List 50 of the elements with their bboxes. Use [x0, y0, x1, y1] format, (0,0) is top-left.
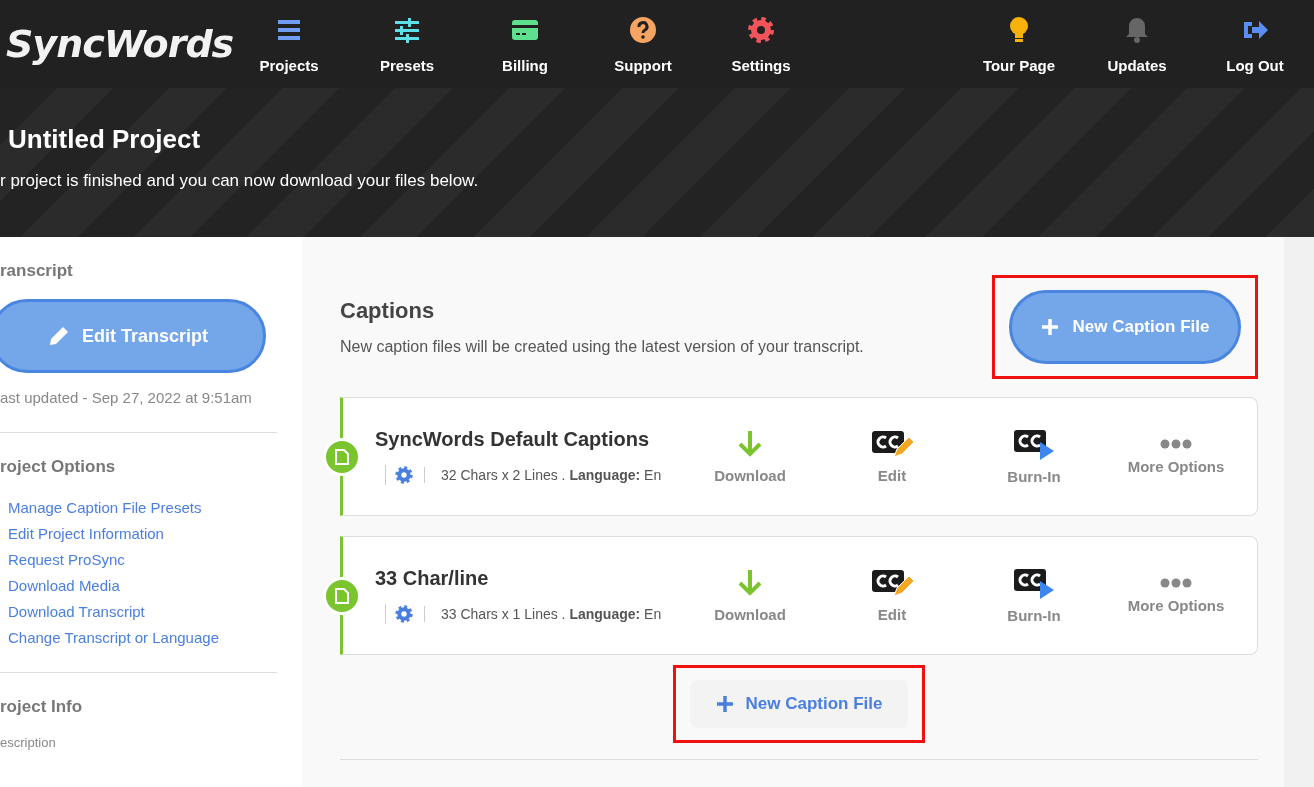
nav-item[interactable]: Support: [584, 14, 702, 74]
plus-icon: [715, 695, 734, 713]
nav-item[interactable]: Updates: [1078, 14, 1196, 74]
caption-file-name: 33 Char/line: [375, 567, 490, 590]
caption-file-name: SyncWords Default Captions: [375, 428, 651, 451]
caption-action[interactable]: Download: [679, 568, 821, 623]
section-heading: ranscript: [0, 261, 74, 281]
closed-captions-pencil-icon: [870, 568, 914, 598]
project-status-text: r project is finished and you can now download your files below.: [0, 171, 480, 191]
caption-action[interactable]: Download: [679, 429, 821, 484]
section-heading: roject Info: [0, 697, 84, 717]
nav-item[interactable]: Log Out: [1196, 14, 1314, 74]
edit-transcript-button[interactable]: Edit Transcript: [0, 299, 266, 373]
caption-action[interactable]: Edit: [821, 568, 963, 623]
section-heading: roject Options: [0, 457, 117, 477]
caption-action[interactable]: More Options: [1105, 577, 1247, 614]
more-icon: [1160, 438, 1192, 450]
help-icon: [628, 14, 658, 45]
closed-captions-play-icon: [1012, 428, 1056, 460]
section-title: Captions: [340, 298, 436, 324]
option-link[interactable]: Request ProSync: [8, 551, 277, 568]
nav-item[interactable]: Presets: [348, 14, 466, 74]
option-link[interactable]: Change Transcript or Language: [8, 629, 277, 646]
project-title: Untitled Project: [8, 124, 202, 155]
new-caption-file-button[interactable]: New Caption File: [1009, 290, 1241, 364]
caption-action[interactable]: Burn-In: [963, 567, 1105, 624]
closed-captions-pencil-icon: [870, 429, 914, 459]
nav-item[interactable]: Billing: [466, 14, 584, 74]
field-label: escription: [0, 735, 57, 750]
closed-captions-play-icon: [1012, 567, 1056, 599]
last-updated-text: ast updated - Sep 27, 2022 at 9:51am: [0, 389, 253, 406]
settings-icon[interactable]: [394, 604, 414, 624]
option-link[interactable]: Edit Project Information: [8, 525, 277, 542]
option-link[interactable]: Download Media: [8, 577, 277, 594]
caption-action[interactable]: More Options: [1105, 438, 1247, 475]
settings-icon: [746, 14, 776, 45]
settings-icon[interactable]: [394, 465, 414, 485]
option-link[interactable]: Manage Caption File Presets: [8, 499, 277, 516]
caption-action[interactable]: Burn-In: [963, 428, 1105, 485]
caption-file-details: 33 Chars x 1 Lines . Language: En: [424, 606, 662, 622]
option-link[interactable]: Download Transcript: [8, 603, 277, 620]
nav-item[interactable]: Tour Page: [960, 14, 1078, 74]
plus-icon: [1040, 318, 1059, 336]
caption-action[interactable]: Edit: [821, 429, 963, 484]
new-caption-file-button[interactable]: New Caption File: [689, 680, 909, 728]
more-icon: [1160, 577, 1192, 589]
caption-file-details: 32 Chars x 2 Lines . Language: En: [424, 467, 662, 483]
section-description: New caption files will be created using the latest version of your transcript.: [340, 338, 864, 356]
nav-item[interactable]: Settings: [702, 14, 820, 74]
pencil-icon: [48, 325, 70, 347]
